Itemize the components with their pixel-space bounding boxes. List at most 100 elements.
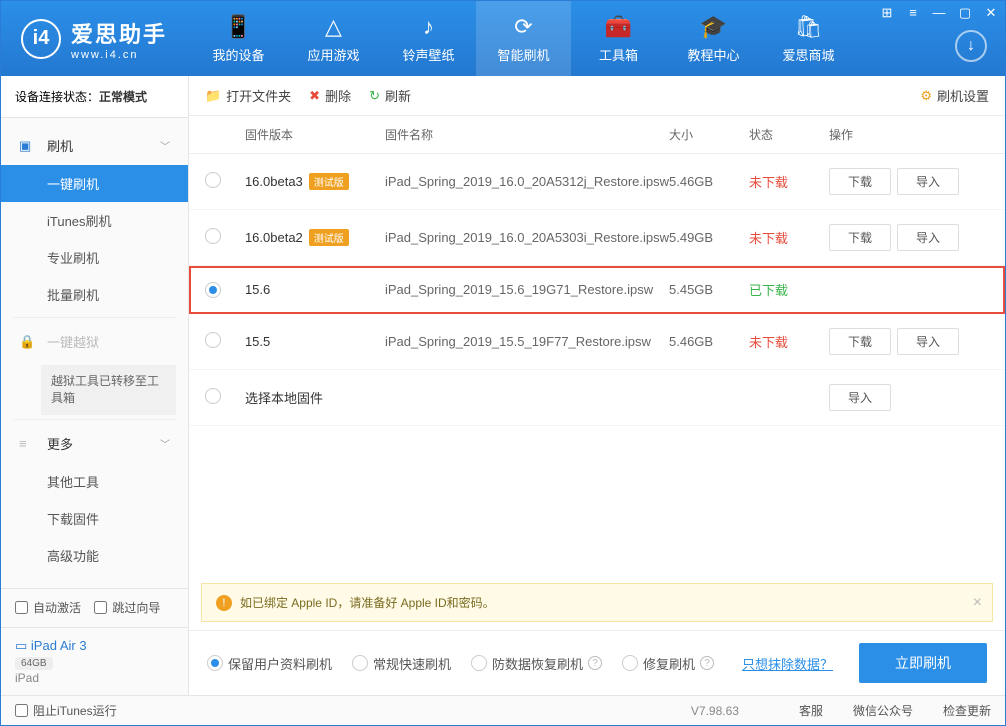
refresh-icon: ↻ bbox=[369, 88, 380, 104]
action-bar: 保留用户资料刷机 常规快速刷机 防数据恢复刷机? 修复刷机? 只想抹除数据？ 立… bbox=[189, 630, 1005, 695]
firmware-row[interactable]: 15.6 iPad_Spring_2019_15.6_19G71_Restore… bbox=[189, 266, 1005, 314]
firmware-name: iPad_Spring_2019_15.5_19F77_Restore.ipsw bbox=[385, 334, 669, 349]
nav-icon: 🧰 bbox=[605, 14, 632, 40]
help-icon[interactable]: ? bbox=[700, 656, 714, 670]
main-content: 📁打开文件夹 ✖删除 ↻刷新 ⚙刷机设置 固件版本 固件名称 大小 状态 操作 … bbox=[189, 76, 1005, 695]
row-radio[interactable] bbox=[205, 282, 221, 298]
firmware-name: iPad_Spring_2019_16.0_20A5303i_Restore.i… bbox=[385, 230, 669, 245]
firmware-status: 未下载 bbox=[749, 172, 829, 191]
firmware-row[interactable]: 16.0beta3 测试版 iPad_Spring_2019_16.0_20A5… bbox=[189, 154, 1005, 210]
nav-item-3[interactable]: ⟳智能刷机 bbox=[476, 1, 571, 76]
import-button[interactable]: 导入 bbox=[897, 328, 959, 355]
footer: 阻止iTunes运行 V7.98.63 客服 微信公众号 检查更新 bbox=[1, 695, 1005, 725]
firmware-status: 未下载 bbox=[749, 228, 829, 247]
sidebar-flash-item[interactable]: 专业刷机 bbox=[1, 239, 188, 276]
row-radio[interactable] bbox=[205, 172, 221, 188]
firmware-size: 5.46GB bbox=[669, 334, 749, 349]
firmware-row[interactable]: 16.0beta2 测试版 iPad_Spring_2019_16.0_20A5… bbox=[189, 210, 1005, 266]
open-folder-button[interactable]: 📁打开文件夹 bbox=[205, 86, 291, 105]
wechat-link[interactable]: 微信公众号 bbox=[853, 702, 913, 719]
toolbar: 📁打开文件夹 ✖删除 ↻刷新 ⚙刷机设置 bbox=[189, 76, 1005, 116]
auto-activate-checkbox[interactable]: 自动激活 bbox=[15, 599, 81, 616]
nav-item-0[interactable]: 📱我的设备 bbox=[191, 1, 286, 76]
settings-button[interactable]: ⚙刷机设置 bbox=[920, 86, 989, 105]
row-radio[interactable] bbox=[205, 228, 221, 244]
connection-status: 设备连接状态：正常模式 bbox=[1, 76, 188, 118]
tablet-icon: ▭ bbox=[15, 638, 27, 653]
firmware-list: 16.0beta3 测试版 iPad_Spring_2019_16.0_20A5… bbox=[189, 154, 1005, 575]
beta-badge: 测试版 bbox=[309, 173, 349, 190]
maximize-button[interactable]: ▢ bbox=[957, 5, 973, 21]
grid-icon[interactable]: ⊞ bbox=[879, 5, 895, 21]
app-subtitle: www.i4.cn bbox=[71, 49, 167, 61]
nav-icon: 📱 bbox=[225, 14, 252, 40]
firmware-size: 5.45GB bbox=[669, 282, 749, 297]
import-button[interactable]: 导入 bbox=[897, 224, 959, 251]
minimize-button[interactable]: — bbox=[931, 5, 947, 21]
delete-button[interactable]: ✖删除 bbox=[309, 86, 351, 105]
flash-icon: ▣ bbox=[19, 138, 37, 154]
sidebar-flash-item[interactable]: 一键刷机 bbox=[1, 165, 188, 202]
nav-icon: ♪ bbox=[423, 14, 434, 40]
support-link[interactable]: 客服 bbox=[799, 702, 823, 719]
device-info[interactable]: ▭ iPad Air 3 64GB iPad bbox=[1, 627, 188, 695]
logo[interactable]: i4 爱思助手 www.i4.cn bbox=[1, 17, 191, 61]
menu-icon[interactable]: ≡ bbox=[905, 5, 921, 21]
option-keep-data[interactable]: 保留用户资料刷机 bbox=[207, 654, 332, 673]
flash-now-button[interactable]: 立即刷机 bbox=[859, 643, 987, 683]
sidebar-jailbreak: 🔒 一键越狱 bbox=[1, 322, 188, 361]
sidebar-flash[interactable]: ▣ 刷机 ﹀ bbox=[1, 126, 188, 165]
nav-icon: ⟳ bbox=[514, 14, 532, 40]
help-icon[interactable]: ? bbox=[588, 656, 602, 670]
sidebar-more-item[interactable]: 高级功能 bbox=[1, 537, 188, 574]
window-controls: ⊞ ≡ — ▢ ✕ bbox=[879, 5, 999, 21]
nav-item-6[interactable]: 🛍爱思商城 bbox=[761, 1, 856, 76]
sidebar-more-item[interactable]: 下载固件 bbox=[1, 500, 188, 537]
beta-badge: 测试版 bbox=[309, 229, 349, 246]
close-button[interactable]: ✕ bbox=[983, 5, 999, 21]
firmware-name: iPad_Spring_2019_16.0_20A5312j_Restore.i… bbox=[385, 174, 669, 189]
sidebar-flash-item[interactable]: iTunes刷机 bbox=[1, 202, 188, 239]
nav-item-2[interactable]: ♪铃声壁纸 bbox=[381, 1, 476, 76]
local-firmware-label: 选择本地固件 bbox=[245, 388, 385, 407]
update-link[interactable]: 检查更新 bbox=[943, 702, 991, 719]
jailbreak-note: 越狱工具已转移至工具箱 bbox=[41, 365, 176, 415]
row-radio[interactable] bbox=[205, 388, 221, 404]
row-actions: 下载导入 bbox=[829, 224, 989, 251]
row-radio[interactable] bbox=[205, 332, 221, 348]
skip-wizard-checkbox[interactable]: 跳过向导 bbox=[94, 599, 160, 616]
table-header: 固件版本 固件名称 大小 状态 操作 bbox=[189, 116, 1005, 154]
import-button[interactable]: 导入 bbox=[829, 384, 891, 411]
firmware-row[interactable]: 15.5 iPad_Spring_2019_15.5_19F77_Restore… bbox=[189, 314, 1005, 370]
alert-close-button[interactable]: × bbox=[973, 594, 982, 612]
lock-icon: 🔒 bbox=[19, 334, 37, 350]
erase-link[interactable]: 只想抹除数据？ bbox=[742, 654, 833, 673]
local-firmware-row[interactable]: 选择本地固件 导入 bbox=[189, 370, 1005, 426]
option-antirecover[interactable]: 防数据恢复刷机? bbox=[471, 654, 602, 673]
nav-item-5[interactable]: 🎓教程中心 bbox=[666, 1, 761, 76]
main-nav: 📱我的设备△应用游戏♪铃声壁纸⟳智能刷机🧰工具箱🎓教程中心🛍爱思商城 bbox=[191, 1, 856, 76]
option-repair[interactable]: 修复刷机? bbox=[622, 654, 714, 673]
import-button[interactable]: 导入 bbox=[897, 168, 959, 195]
download-button[interactable]: 下载 bbox=[829, 224, 891, 251]
firmware-version: 16.0beta3 测试版 bbox=[245, 173, 385, 190]
option-quick[interactable]: 常规快速刷机 bbox=[352, 654, 451, 673]
alert-banner: ! 如已绑定 Apple ID，请准备好 Apple ID和密码。 × bbox=[201, 583, 993, 622]
nav-item-1[interactable]: △应用游戏 bbox=[286, 1, 381, 76]
download-indicator[interactable]: ↓ bbox=[955, 30, 987, 62]
firmware-version: 15.5 bbox=[245, 334, 385, 349]
sidebar-flash-item[interactable]: 批量刷机 bbox=[1, 276, 188, 313]
sidebar-more[interactable]: ≡ 更多 ﹀ bbox=[1, 424, 188, 463]
block-itunes-checkbox[interactable]: 阻止iTunes运行 bbox=[15, 702, 117, 719]
row-actions: 下载导入 bbox=[829, 328, 989, 355]
firmware-version: 15.6 bbox=[245, 282, 385, 297]
chevron-down-icon: ﹀ bbox=[160, 436, 170, 451]
download-button[interactable]: 下载 bbox=[829, 328, 891, 355]
download-button[interactable]: 下载 bbox=[829, 168, 891, 195]
refresh-button[interactable]: ↻刷新 bbox=[369, 86, 411, 105]
nav-icon: △ bbox=[325, 14, 342, 40]
firmware-name: iPad_Spring_2019_15.6_19G71_Restore.ipsw bbox=[385, 282, 669, 297]
sidebar-options: 自动激活 跳过向导 bbox=[1, 588, 188, 627]
nav-item-4[interactable]: 🧰工具箱 bbox=[571, 1, 666, 76]
sidebar-more-item[interactable]: 其他工具 bbox=[1, 463, 188, 500]
